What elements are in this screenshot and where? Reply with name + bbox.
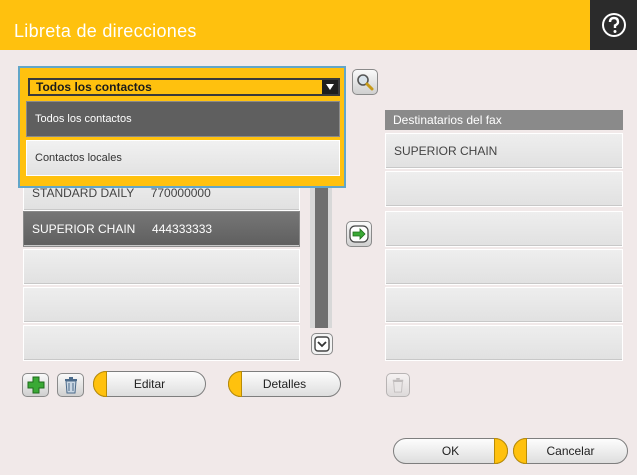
cancel-button[interactable]: Cancelar <box>513 438 628 464</box>
trash-icon <box>64 377 77 394</box>
dropdown-selected-value: Todos los contactos <box>36 80 152 94</box>
contact-row-text: SUPERIOR CHAIN 444333333 <box>32 222 213 236</box>
contacts-dropdown-select[interactable]: Todos los contactos <box>28 78 340 96</box>
dropdown-option-label: Todos los contactos <box>35 113 132 125</box>
help-button[interactable] <box>590 0 637 50</box>
recipient-row-text: SUPERIOR CHAIN <box>394 144 498 158</box>
contact-row-selected[interactable]: SUPERIOR CHAIN 444333333 <box>23 211 300 247</box>
edit-button-label: Editar <box>133 377 166 391</box>
details-button-label: Detalles <box>262 377 307 391</box>
button-accent <box>228 371 242 397</box>
recipient-row[interactable] <box>385 171 623 207</box>
ok-button[interactable]: OK <box>393 438 508 464</box>
title-bar: Libreta de direcciones <box>0 0 637 50</box>
chevron-down-icon <box>314 336 330 352</box>
dropdown-option-all-contacts[interactable]: Todos los contactos <box>26 101 340 137</box>
contact-row[interactable] <box>23 325 300 361</box>
details-button[interactable]: Detalles <box>228 371 341 397</box>
scrollbar-thumb[interactable] <box>315 175 328 328</box>
recipient-row[interactable] <box>385 211 623 247</box>
dropdown-option-local-contacts[interactable]: Contactos locales <box>26 140 340 176</box>
recipient-row[interactable] <box>385 249 623 285</box>
page-title: Libreta de direcciones <box>14 21 197 41</box>
delete-contact-button[interactable] <box>57 373 84 397</box>
plus-icon <box>27 376 44 394</box>
trash-icon <box>392 378 404 393</box>
recipient-row[interactable] <box>385 287 623 323</box>
contact-row[interactable] <box>23 249 300 285</box>
dropdown-arrow-icon[interactable] <box>322 80 338 94</box>
arrow-right-icon <box>349 225 369 243</box>
fax-recipients-header: Destinatarios del fax <box>385 110 623 130</box>
edit-button[interactable]: Editar <box>93 371 206 397</box>
remove-recipient-button[interactable] <box>386 373 410 397</box>
search-button[interactable] <box>352 69 378 95</box>
recipient-row[interactable] <box>385 325 623 361</box>
button-accent <box>494 438 508 464</box>
question-circle-icon <box>601 13 626 37</box>
recipient-row[interactable]: SUPERIOR CHAIN <box>385 133 623 169</box>
ok-button-label: OK <box>441 444 460 458</box>
scroll-down-button[interactable] <box>311 333 333 355</box>
magnifier-icon <box>357 74 374 91</box>
contact-row-text: STANDARD DAILY 770000000 <box>32 186 211 200</box>
contact-row[interactable] <box>23 287 300 323</box>
contacts-dropdown[interactable]: Todos los contactos Todos los contactos … <box>18 66 346 188</box>
cancel-button-label: Cancelar <box>546 444 595 458</box>
dropdown-option-label: Contactos locales <box>35 152 122 164</box>
scrollbar[interactable] <box>310 175 332 328</box>
button-accent <box>93 371 107 397</box>
button-accent <box>513 438 527 464</box>
add-to-recipients-button[interactable] <box>346 221 372 247</box>
add-contact-button[interactable] <box>22 373 49 397</box>
